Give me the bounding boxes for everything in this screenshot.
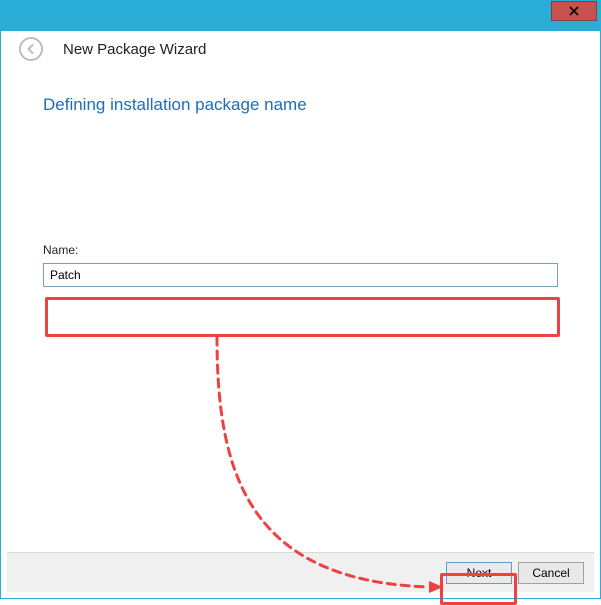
name-input[interactable]	[43, 263, 558, 287]
header-row: New Package Wizard	[7, 31, 594, 67]
back-arrow-icon	[25, 43, 37, 55]
name-label: Name:	[43, 243, 558, 257]
window-body: New Package Wizard Defining installation…	[7, 31, 594, 592]
content-area: Defining installation package name Name:	[7, 67, 594, 287]
button-bar: Next Cancel	[7, 552, 594, 592]
wizard-title: New Package Wizard	[63, 41, 206, 58]
name-field-block: Name:	[43, 243, 558, 287]
back-button[interactable]	[19, 37, 43, 61]
titlebar	[1, 1, 600, 31]
cancel-button[interactable]: Cancel	[518, 562, 584, 584]
wizard-window: New Package Wizard Defining installation…	[0, 0, 601, 599]
close-icon	[569, 6, 579, 16]
close-button[interactable]	[551, 1, 597, 21]
next-button[interactable]: Next	[446, 562, 512, 584]
step-heading: Defining installation package name	[43, 95, 558, 115]
annotation-input-highlight	[45, 297, 560, 337]
